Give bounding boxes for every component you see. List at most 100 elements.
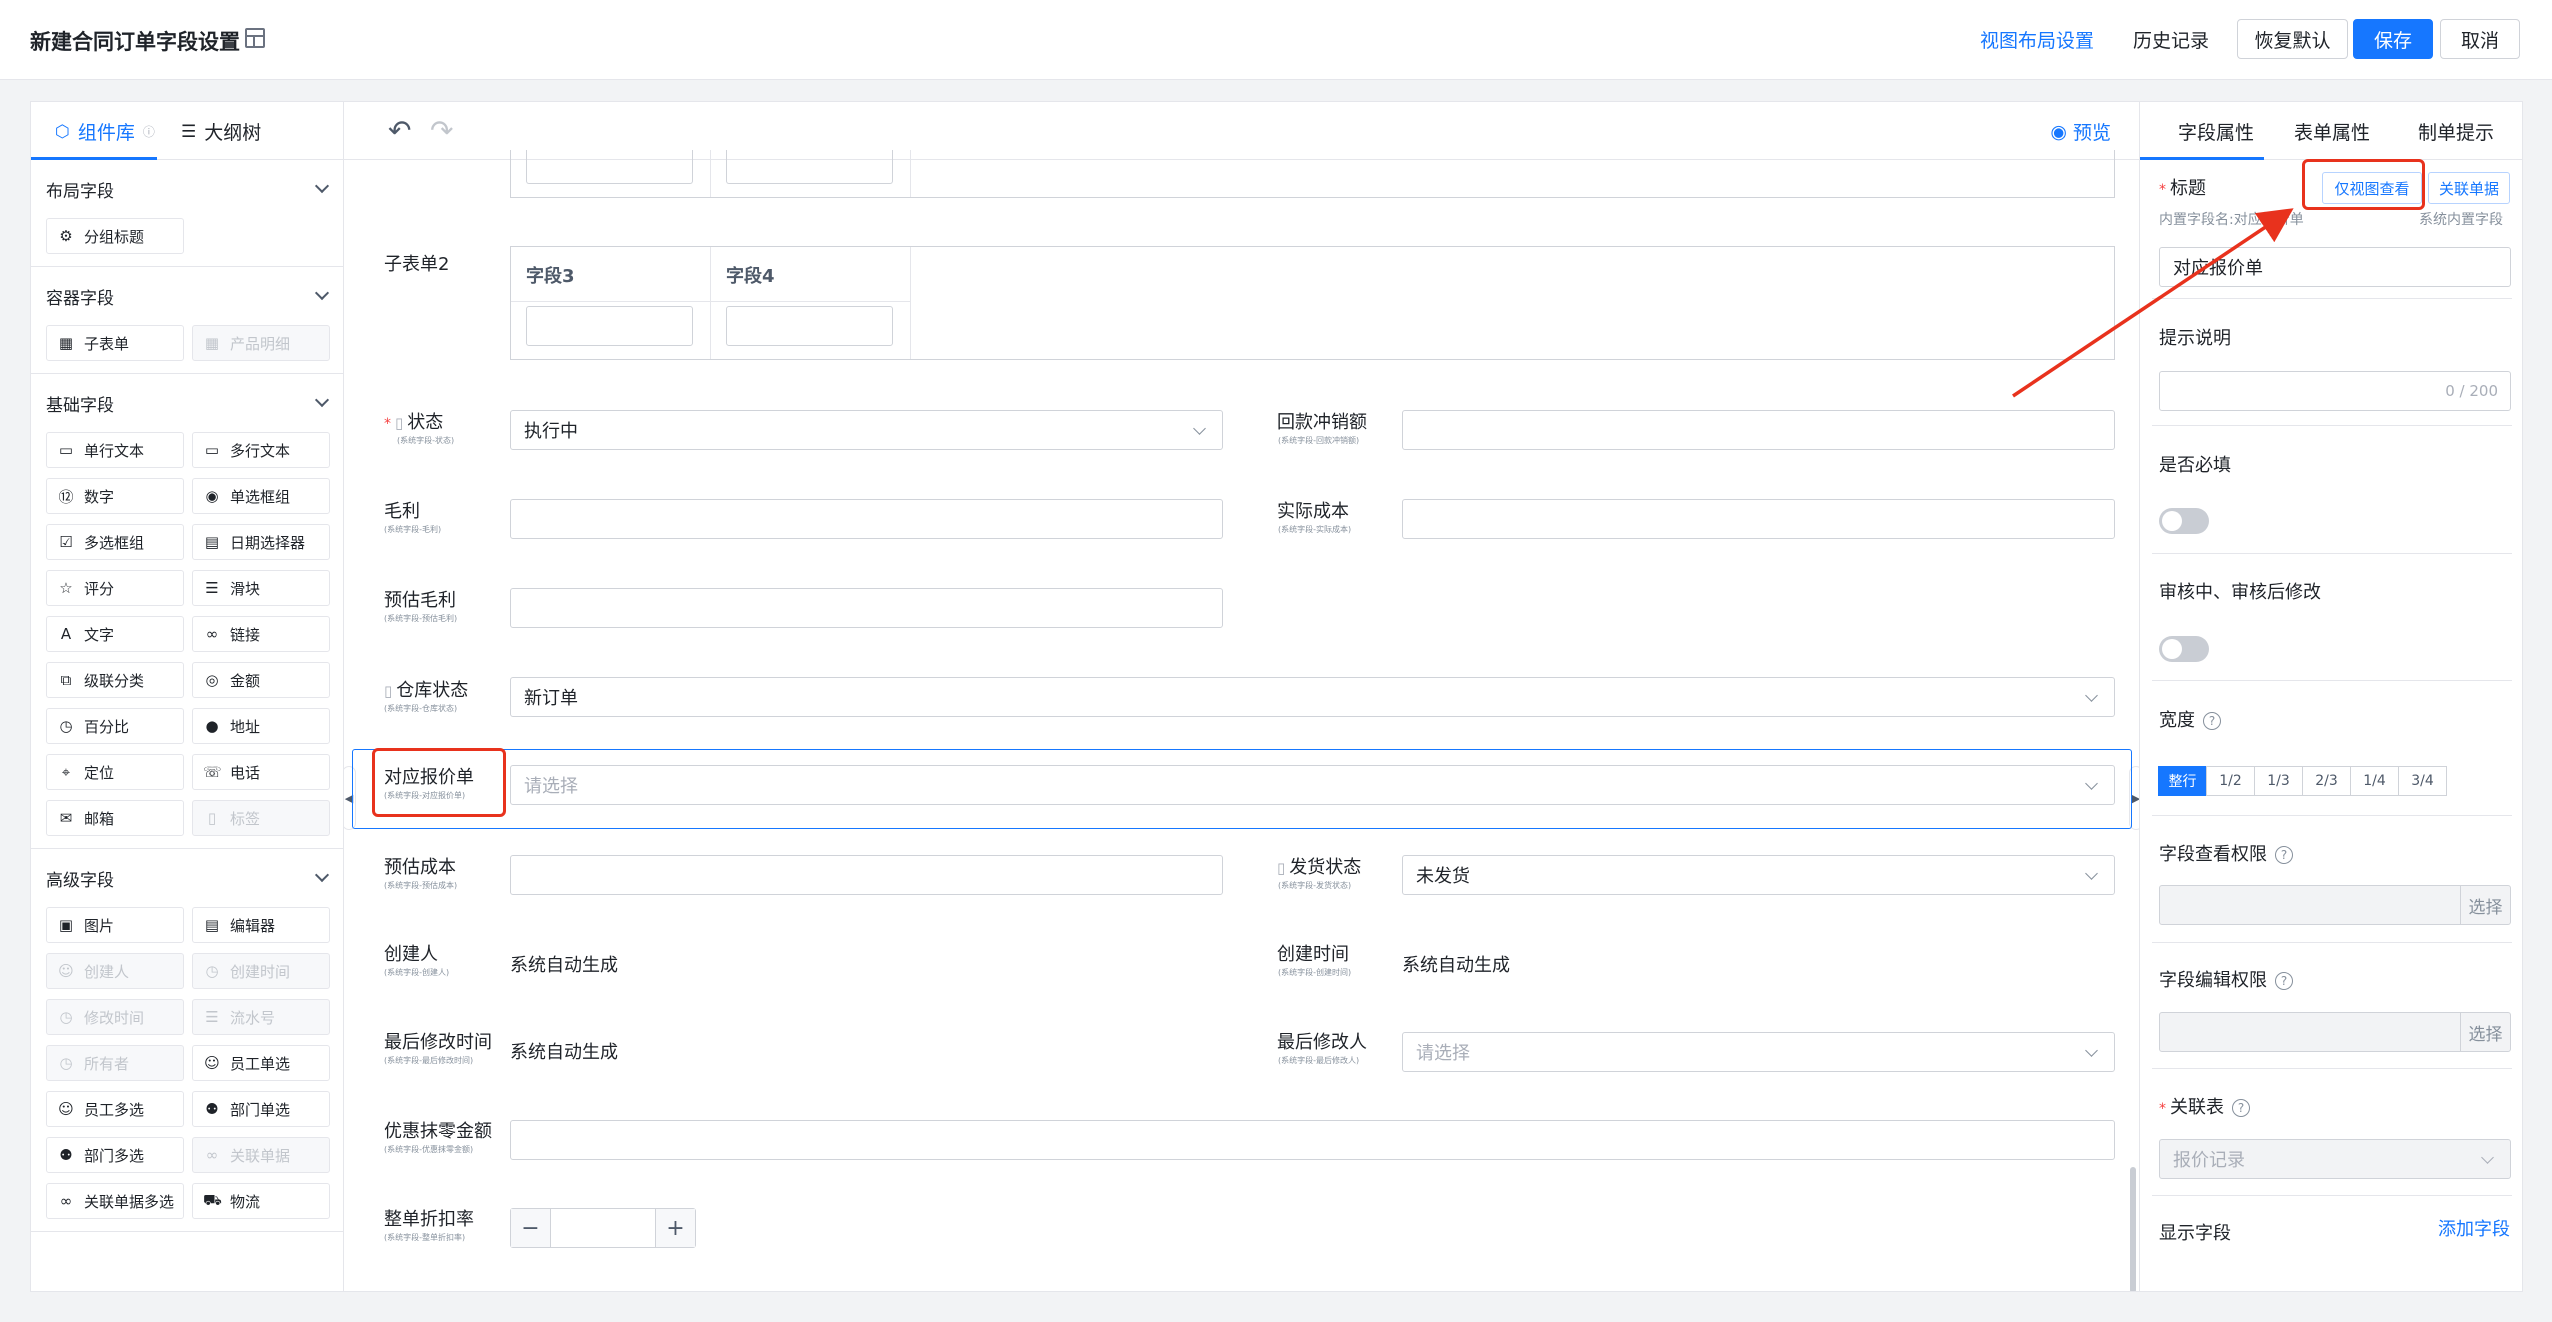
component-item[interactable]: A 文字 [46, 616, 184, 652]
component-item[interactable]: ⧉ 级联分类 [46, 662, 184, 698]
component-item[interactable]: ● 地址 [192, 708, 330, 744]
discount-amount-input[interactable] [510, 1120, 2115, 1160]
restore-default-button[interactable]: 恢复默认 [2237, 19, 2348, 59]
component-item[interactable]: ☆ 评分 [46, 570, 184, 606]
help-icon[interactable]: ? [2232, 1099, 2250, 1117]
gross-profit-input[interactable] [510, 499, 1223, 539]
char-counter: 0 / 200 [2445, 382, 2498, 400]
component-item[interactable]: ☑ 多选框组 [46, 524, 184, 560]
tab-component-library[interactable]: ⬡ 组件库 ⓘ [55, 118, 155, 145]
width-option[interactable]: 1/4 [2350, 766, 2399, 796]
component-item[interactable]: ◉ 单选框组 [192, 478, 330, 514]
section-header[interactable]: 布局字段 [31, 160, 343, 218]
component-item[interactable]: ▤ 日期选择器 [192, 524, 330, 560]
preview-button[interactable]: ◉ 预览 [2050, 118, 2111, 145]
subtable-cell-input[interactable] [726, 150, 893, 184]
width-option[interactable]: 3/4 [2398, 766, 2447, 796]
width-option[interactable]: 1/2 [2206, 766, 2255, 796]
discount-rate-stepper[interactable]: − + [510, 1208, 696, 1248]
component-item[interactable]: ✉ 邮箱 [46, 800, 184, 836]
est-cost-input[interactable] [510, 855, 1223, 895]
component-item[interactable]: ▭ 多行文本 [192, 432, 330, 468]
width-option[interactable]: 整行 [2158, 766, 2207, 796]
tab-form-tips[interactable]: 制单提示 [2418, 118, 2494, 145]
component-item[interactable]: ⛟ 物流 [192, 1183, 330, 1219]
title-prop-label-text: 标题 [2170, 178, 2206, 199]
quote-select[interactable]: 请选择 [510, 765, 2115, 805]
chevron-down-icon[interactable] [314, 867, 330, 883]
redo-icon[interactable]: ↷ [430, 114, 453, 147]
subtable-cell-input[interactable] [526, 306, 693, 346]
component-item[interactable]: ☰ 滑块 [192, 570, 330, 606]
component-item[interactable]: ⚙ 分组标题 [46, 218, 184, 254]
title-prop-label: * 标题 [2159, 174, 2206, 200]
choose-button[interactable]: 选择 [2460, 886, 2510, 924]
stepper-value[interactable] [551, 1209, 655, 1247]
component-item[interactable]: ∞ 链接 [192, 616, 330, 652]
component-item[interactable]: ☏ 电话 [192, 754, 330, 790]
minus-icon[interactable]: − [511, 1209, 551, 1247]
choose-button[interactable]: 选择 [2460, 1013, 2510, 1051]
width-option[interactable]: 1/3 [2254, 766, 2303, 796]
component-item[interactable]: ⌖ 定位 [46, 754, 184, 790]
tab-outline-tree[interactable]: ☰ 大纲树 [181, 118, 261, 145]
save-button[interactable]: 保存 [2353, 19, 2433, 59]
modifier-select[interactable]: 请选择 [1402, 1032, 2115, 1072]
warehouse-select[interactable]: 新订单 [510, 677, 2115, 717]
add-field-link[interactable]: 添加字段 [2438, 1215, 2510, 1241]
hint-input[interactable]: 0 / 200 [2159, 371, 2511, 411]
component-item[interactable]: ◷ 百分比 [46, 708, 184, 744]
status-select[interactable]: 执行中 [510, 410, 1223, 450]
chevron-down-icon[interactable] [314, 285, 330, 301]
cancel-button[interactable]: 取消 [2440, 19, 2520, 59]
chevron-down-icon[interactable] [314, 178, 330, 194]
component-item[interactable]: ◎ 金额 [192, 662, 330, 698]
est-profit-input[interactable] [510, 588, 1223, 628]
component-item[interactable]: ▭ 单行文本 [46, 432, 184, 468]
plus-icon[interactable]: + [655, 1209, 695, 1247]
required-toggle[interactable] [2159, 508, 2209, 534]
history-link[interactable]: 历史记录 [2133, 26, 2209, 53]
edit-in-review-toggle[interactable] [2159, 636, 2209, 662]
component-item[interactable]: ☺ 员工多选 [46, 1091, 184, 1127]
subtable-cell-input[interactable] [726, 306, 893, 346]
component-item[interactable]: ☺ 员工单选 [192, 1045, 330, 1081]
view-layout-link[interactable]: 视图布局设置 [1980, 26, 2094, 53]
edit-perm-picker[interactable]: 选择 [2159, 1012, 2511, 1052]
width-segmented-control: 整行 1/2 1/3 2/3 1/4 3/4 [2158, 766, 2447, 796]
actual-cost-input[interactable] [1402, 499, 2115, 539]
layout-icon[interactable] [245, 28, 265, 48]
related-doc-button[interactable]: 关联单据 [2428, 172, 2510, 204]
component-item[interactable]: ⚉ 部门单选 [192, 1091, 330, 1127]
component-label: 员工多选 [84, 1100, 145, 1119]
component-section: 基础字段 ▭ 单行文本 ▭ 多行文本 ⑫ 数字 ◉ 单选框组 ☑ 多选框组 ▤ 日期选择器 ☆ 评分 ☰ 滑块 A… [31, 374, 343, 849]
refund-input[interactable] [1402, 410, 2115, 450]
tab-field-properties[interactable]: 字段属性 [2178, 118, 2254, 145]
ship-status-sub: (系统字段-发货状态) [1278, 881, 1352, 890]
ship-status-select[interactable]: 未发货 [1402, 855, 2115, 895]
help-icon[interactable]: ? [2275, 972, 2293, 990]
help-icon[interactable]: ? [2203, 712, 2221, 730]
view-perm-picker[interactable]: 选择 [2159, 885, 2511, 925]
creator-sub: (系统字段-创建人) [384, 968, 450, 977]
tab-form-properties[interactable]: 表单属性 [2294, 118, 2370, 145]
relation-select[interactable]: 报价记录 [2159, 1139, 2511, 1179]
help-icon[interactable]: ? [2275, 846, 2293, 864]
component-item[interactable]: ⑫ 数字 [46, 478, 184, 514]
section-header[interactable]: 容器字段 [31, 267, 343, 325]
chevron-down-icon[interactable] [314, 392, 330, 408]
component-item[interactable]: ▤ 编辑器 [192, 907, 330, 943]
section-header[interactable]: 基础字段 [31, 374, 343, 432]
actual-cost-label: 实际成本 [1277, 501, 1349, 522]
component-item[interactable]: ∞ 关联单据多选 [46, 1183, 184, 1219]
relation-value: 报价记录 [2173, 1150, 2245, 1171]
title-input[interactable]: 对应报价单 [2159, 247, 2511, 287]
undo-icon[interactable]: ↶ [388, 114, 411, 147]
component-item[interactable]: ▣ 图片 [46, 907, 184, 943]
component-item[interactable]: ⚉ 部门多选 [46, 1137, 184, 1173]
section-header[interactable]: 高级字段 [31, 849, 343, 907]
width-option[interactable]: 2/3 [2302, 766, 2351, 796]
subtable-cell-input[interactable] [526, 150, 693, 184]
vertical-scrollbar[interactable] [2130, 1167, 2136, 1291]
component-item[interactable]: ▦ 子表单 [46, 325, 184, 361]
